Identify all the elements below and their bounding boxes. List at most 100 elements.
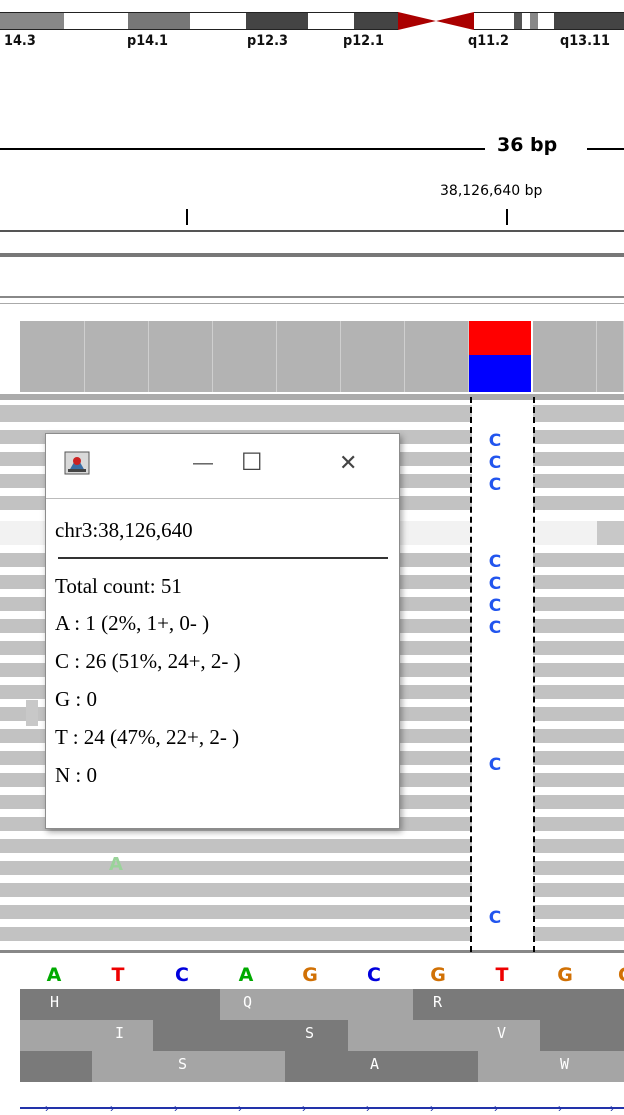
sequence-base: C bbox=[367, 964, 381, 986]
band-gneg bbox=[538, 12, 554, 30]
sequence-base: G bbox=[430, 964, 446, 986]
locus-label: chr3:38,126,640 bbox=[55, 518, 193, 542]
mismatch-base-c: C bbox=[488, 552, 502, 572]
span-line-right bbox=[587, 148, 624, 150]
mismatch-column bbox=[472, 405, 533, 950]
mismatch-base-c: C bbox=[488, 755, 502, 775]
total-count: Total count: 51 bbox=[55, 574, 182, 598]
band-gpos bbox=[128, 12, 190, 30]
strand-arrow-icon: › bbox=[430, 1101, 434, 1115]
band-gneg bbox=[190, 12, 246, 30]
amino-acid-label: H bbox=[50, 993, 60, 1011]
sequence-base-partial: G bbox=[618, 964, 624, 984]
band-label: p12.1 bbox=[343, 33, 385, 49]
span-label: 36 bp bbox=[497, 134, 558, 156]
amino-acid-label: S bbox=[178, 1055, 188, 1073]
band-gpos bbox=[530, 12, 538, 30]
amino-acid-label: W bbox=[560, 1055, 570, 1073]
amino-acid-label: S bbox=[305, 1024, 315, 1042]
ruler-tick bbox=[506, 209, 508, 225]
coverage-bar bbox=[277, 321, 341, 392]
strand-arrow-icon: › bbox=[494, 1101, 498, 1115]
band-gpos bbox=[354, 12, 398, 30]
amino-acid-block bbox=[348, 1020, 540, 1051]
strand-arrow-icon: › bbox=[366, 1101, 370, 1115]
mismatch-base-c: C bbox=[488, 431, 502, 451]
ruler-tick bbox=[186, 209, 188, 225]
coverage-bar-allele[interactable] bbox=[469, 321, 531, 392]
band-gneg bbox=[64, 12, 128, 30]
coverage-bar bbox=[149, 321, 213, 392]
count-c: C : 26 (51%, 24+, 2- ) bbox=[55, 649, 241, 673]
sequence-base: A bbox=[46, 964, 62, 986]
count-g: G : 0 bbox=[55, 687, 97, 711]
popup-titlebar[interactable]: — ☐ ✕ bbox=[46, 434, 399, 499]
position-label: 38,126,640 bp bbox=[440, 183, 543, 199]
amino-acid-block bbox=[540, 1020, 624, 1051]
coverage-bar bbox=[20, 321, 85, 392]
strand-arrow-icon: › bbox=[558, 1101, 562, 1115]
coverage-bar bbox=[341, 321, 405, 392]
amino-acid-block bbox=[20, 1051, 92, 1082]
amino-acid-block bbox=[285, 1051, 478, 1082]
mismatch-base-a: A bbox=[109, 854, 123, 875]
mismatch-base-c: C bbox=[488, 596, 502, 616]
band-label: q11.2 bbox=[468, 33, 510, 49]
coverage-bar bbox=[213, 321, 277, 392]
divider bbox=[0, 296, 624, 298]
locus-info-popup[interactable]: — ☐ ✕ chr3:38,126,640 Total count: 51 A … bbox=[45, 433, 400, 829]
strand-arrow-icon: › bbox=[110, 1101, 114, 1115]
mismatch-base-c: C bbox=[488, 475, 502, 495]
amino-acid-label: I bbox=[115, 1024, 125, 1042]
band-label: 14.3 bbox=[4, 33, 36, 49]
sequence-base: C bbox=[175, 964, 189, 986]
count-a: A : 1 (2%, 1+, 0- ) bbox=[55, 611, 210, 635]
sequence-base: T bbox=[495, 964, 509, 986]
read[interactable] bbox=[0, 394, 624, 400]
java-app-icon bbox=[64, 451, 90, 475]
amino-acid-block bbox=[153, 1020, 348, 1051]
band-gpos bbox=[554, 12, 624, 30]
amino-acid-label: Q bbox=[243, 993, 253, 1011]
amino-acid-block bbox=[20, 1020, 153, 1051]
mismatch-base-c: C bbox=[488, 574, 502, 594]
amino-acid-block bbox=[92, 1051, 285, 1082]
count-n: N : 0 bbox=[55, 763, 97, 787]
coverage-bar bbox=[533, 321, 597, 392]
divider bbox=[0, 253, 624, 257]
band-gneg bbox=[474, 12, 514, 30]
mismatch-base-c: C bbox=[488, 618, 502, 638]
center-line-right bbox=[533, 397, 535, 952]
maximize-button[interactable]: ☐ bbox=[241, 448, 263, 477]
minimize-button[interactable]: — bbox=[193, 452, 213, 475]
coverage-bar bbox=[405, 321, 469, 392]
band-gpos bbox=[246, 12, 308, 30]
read-edge bbox=[26, 700, 38, 726]
sequence-base: G bbox=[557, 964, 573, 986]
count-t: T : 24 (47%, 22+, 2- ) bbox=[55, 725, 240, 749]
chromosome-ideogram[interactable]: 14.3 p14.1 p12.3 p12.1 q11.2 q13.11 bbox=[0, 0, 624, 49]
sequence-base: A bbox=[238, 964, 254, 986]
coverage-bar bbox=[597, 321, 624, 392]
band-label: p14.1 bbox=[127, 33, 169, 49]
mismatch-base-c: C bbox=[488, 908, 502, 928]
close-button[interactable]: ✕ bbox=[339, 450, 357, 476]
band-gpos bbox=[514, 12, 522, 30]
span-line-left bbox=[0, 148, 485, 150]
mismatch-base-c: C bbox=[488, 453, 502, 473]
strand-arrow-icon: › bbox=[302, 1101, 306, 1115]
amino-acid-label: R bbox=[433, 993, 443, 1011]
allele-c-fraction bbox=[469, 321, 531, 355]
divider bbox=[0, 303, 624, 304]
strand-arrow-icon: › bbox=[45, 1101, 49, 1115]
strand-arrow-icon: › bbox=[174, 1101, 178, 1115]
band-label: q13.11 bbox=[560, 33, 610, 49]
coverage-bar bbox=[85, 321, 149, 392]
divider bbox=[0, 230, 624, 232]
amino-acid-block bbox=[413, 989, 624, 1020]
sequence-base: G bbox=[302, 964, 318, 986]
strand-arrow-icon: › bbox=[610, 1101, 614, 1115]
band-gneg bbox=[308, 12, 354, 30]
read[interactable] bbox=[597, 521, 624, 545]
strand-arrow-icon: › bbox=[238, 1101, 242, 1115]
